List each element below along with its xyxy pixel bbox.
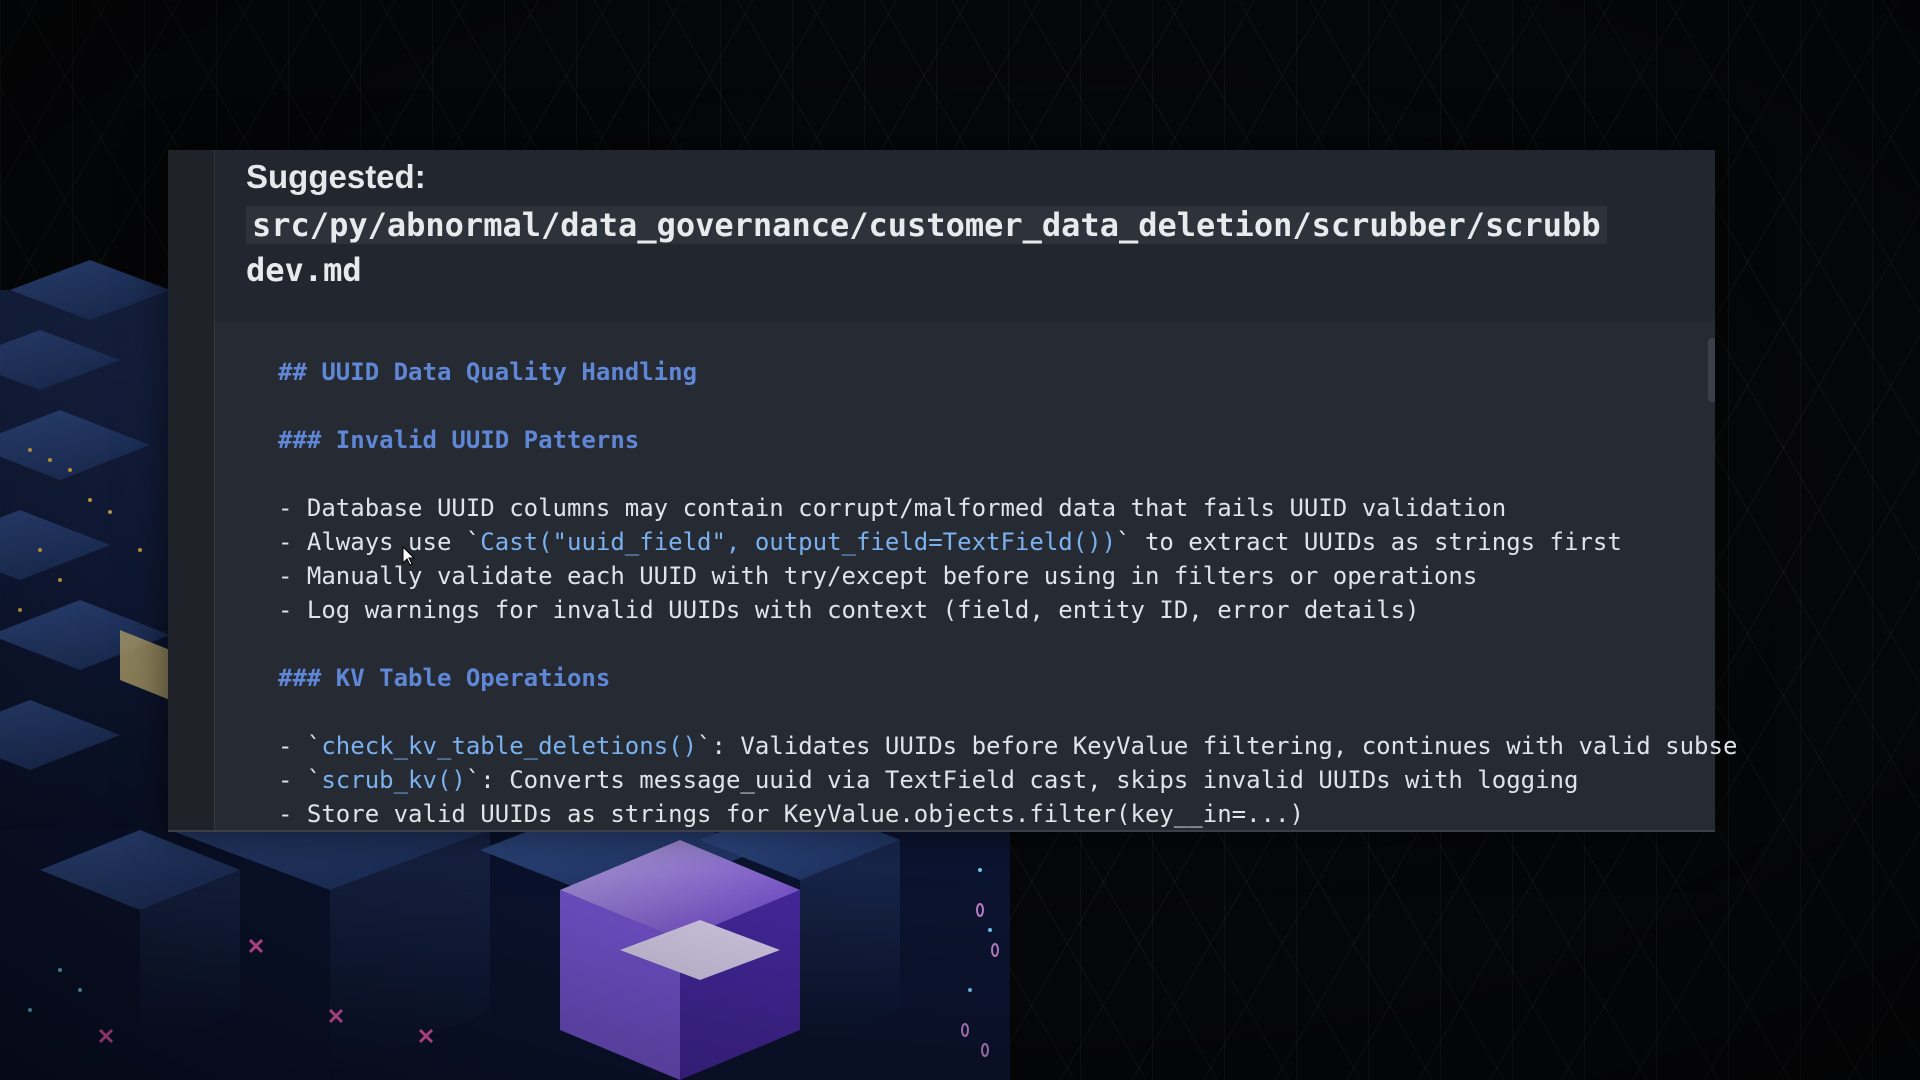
- editor-gutter: [168, 150, 215, 830]
- bullet-suffix: ` to extract UUIDs as strings first: [1116, 528, 1622, 556]
- inline-code-cast: Cast("uuid_field", output_field=TextFiel…: [480, 528, 1117, 556]
- bullet-suffix: `: Validates UUIDs before KeyValue filte…: [697, 732, 1738, 760]
- scrollbar-thumb[interactable]: [1708, 338, 1715, 402]
- heading-uuid-data-quality: ## UUID Data Quality Handling: [278, 358, 698, 386]
- bullet-log-warnings: - Log warnings for invalid UUIDs with co…: [278, 596, 1420, 624]
- text-cursor-icon: [402, 545, 415, 566]
- bullet-manually-validate: - Manually validate each UUID with try/e…: [278, 562, 1478, 590]
- bullet-always-use-cast: - Always use `Cast("uuid_field", output_…: [278, 525, 1622, 559]
- bullet-prefix: - `: [278, 766, 322, 794]
- bullet-scrub-kv: - `scrub_kv()`: Converts message_uuid vi…: [278, 763, 1578, 797]
- inline-code-check-kv: check_kv_table_deletions(): [321, 732, 698, 760]
- file-path-line-1[interactable]: src/py/abnormal/data_governance/customer…: [246, 202, 1607, 248]
- inline-code-scrub-kv: scrub_kv(): [321, 766, 466, 794]
- heading-invalid-uuid-patterns: ### Invalid UUID Patterns: [278, 426, 640, 454]
- suggested-label: Suggested:: [246, 158, 426, 195]
- bullet-check-kv: - `check_kv_table_deletions()`: Validate…: [278, 729, 1737, 763]
- heading-kv-table-operations: ### KV Table Operations: [278, 664, 611, 692]
- markdown-content: ## UUID Data Quality Handling ### Invali…: [278, 0, 1737, 828]
- bullet-store-valid-uuids: - Store valid UUIDs as strings for KeyVa…: [278, 800, 1304, 828]
- bullet-suffix: `: Converts message_uuid via TextField c…: [465, 766, 1579, 794]
- bullet-database-uuid: - Database UUID columns may contain corr…: [278, 494, 1507, 522]
- file-path-text: src/py/abnormal/data_governance/customer…: [246, 206, 1607, 244]
- bullet-prefix: - `: [278, 732, 322, 760]
- bullet-prefix: - Always use `: [278, 528, 481, 556]
